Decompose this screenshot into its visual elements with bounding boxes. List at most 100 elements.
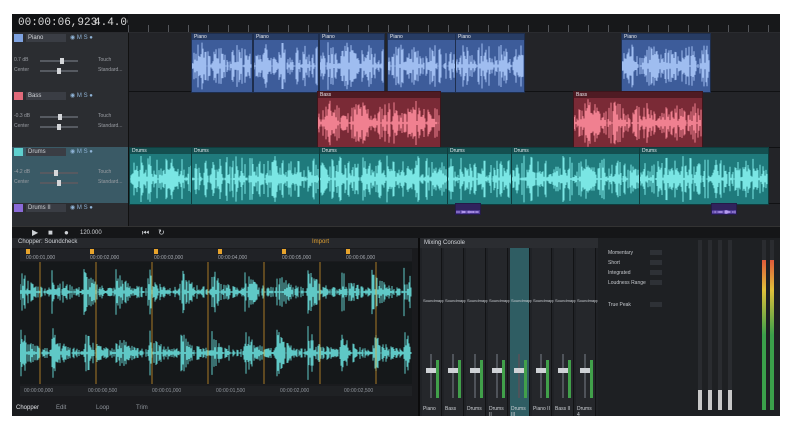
strip-name: Piano	[423, 406, 436, 412]
fader-cap[interactable]	[448, 368, 458, 373]
tempo-readout[interactable]: 120.000	[80, 230, 102, 236]
automation-mode[interactable]: Touch	[98, 57, 111, 63]
track-header-bass[interactable]: Bass ◉ M S ● -0.3 dB Center Touch Standa…	[12, 91, 128, 148]
slice-marker[interactable]	[154, 249, 158, 254]
audio-clip[interactable]: Drums	[319, 147, 449, 205]
pan-slider[interactable]	[40, 180, 78, 186]
mixer-title: Mixing Console	[420, 238, 602, 248]
audio-clip[interactable]: Bass	[317, 91, 441, 149]
fader-cap[interactable]	[492, 368, 502, 373]
track-buttons[interactable]: ◉ M S ●	[70, 34, 93, 41]
level-meter	[590, 360, 593, 398]
audio-clip[interactable]: Drums	[639, 147, 769, 205]
level-meter	[458, 360, 461, 398]
rewind-icon[interactable]: ⏮	[142, 228, 149, 238]
track-name[interactable]: Piano	[26, 34, 66, 42]
audio-clip[interactable]: Piano	[191, 33, 253, 93]
automation-mode[interactable]: Touch	[98, 113, 111, 119]
chopper-waveform[interactable]	[19, 262, 412, 384]
slice-marker[interactable]	[218, 249, 222, 254]
strip-name: Drums II	[489, 406, 504, 416]
chopper-bottom-time: 00:00:01,500	[216, 388, 246, 394]
fx-slot[interactable]: Soundmapper	[467, 298, 492, 303]
audio-clip[interactable]: Bass	[573, 91, 703, 149]
pan-slider[interactable]	[40, 124, 78, 130]
track-buttons[interactable]: ◉ M S ●	[70, 92, 93, 99]
timeline-ruler[interactable]	[128, 14, 780, 32]
loop-icon[interactable]: ↻	[158, 228, 165, 237]
fx-slot[interactable]: Soundmapper	[511, 298, 536, 303]
track-buttons[interactable]: ◉ M S ●	[70, 148, 93, 155]
fader-cap[interactable]	[470, 368, 480, 373]
fx-slot[interactable]: Soundmapper	[555, 298, 580, 303]
meter-bar	[762, 240, 766, 410]
mixer-strip[interactable]: Soundmapper Bass II	[554, 248, 580, 416]
slice-marker[interactable]	[90, 249, 94, 254]
loudness-panel: Momentary Short Integrated Loudness Range Tr…	[598, 238, 780, 416]
mixer-strip[interactable]: Soundmapper Drums II	[488, 248, 514, 416]
chopper-tab[interactable]: Trim	[136, 405, 148, 411]
stop-icon[interactable]: ■	[48, 228, 53, 237]
chopper-time-label: 00:00:05,000	[282, 255, 312, 261]
mixer-strip[interactable]: Soundmapper Bass	[444, 248, 470, 416]
fader-cap[interactable]	[558, 368, 568, 373]
pan-label: Center	[14, 123, 30, 129]
chopper-ruler[interactable]: 00:00:01,000 00:00:02,000 00:00:03,000 00:0…	[20, 249, 412, 261]
record-icon[interactable]: ●	[64, 228, 69, 237]
input-select[interactable]: Standard...	[98, 179, 122, 185]
track-name[interactable]: Drums	[26, 148, 66, 156]
mixer-strip[interactable]: Soundmapper Drums	[466, 248, 492, 416]
slice-marker[interactable]	[282, 249, 286, 254]
chopper-import[interactable]: Import	[312, 239, 329, 245]
track-header-drums-ii[interactable]: Drums II ◉ M S ●	[12, 203, 128, 227]
mixing-console: Mixing Console Soundmapper Piano Soundmapp…	[420, 238, 602, 416]
chopper-tab[interactable]: Loop	[96, 405, 109, 411]
audio-clip[interactable]: Drums	[511, 147, 641, 205]
loudness-value	[650, 260, 662, 265]
fader-cap[interactable]	[580, 368, 590, 373]
play-icon[interactable]: ▶	[32, 228, 38, 237]
mixer-strip[interactable]: Soundmapper Drums 4	[576, 248, 602, 416]
automation-mode[interactable]: Touch	[98, 169, 111, 175]
audio-clip[interactable]: Piano	[253, 33, 319, 93]
input-select[interactable]: Standard...	[98, 123, 122, 129]
loudness-value	[650, 302, 662, 307]
fader-cap[interactable]	[514, 368, 524, 373]
audio-clip[interactable]: Drums	[129, 147, 193, 205]
track-name[interactable]: Drums II	[26, 204, 66, 212]
mixer-strip[interactable]: Soundmapper Piano	[422, 248, 448, 416]
fx-slot[interactable]: Soundmapper	[423, 298, 448, 303]
audio-clip[interactable]: Piano	[387, 33, 457, 93]
volume-slider[interactable]	[40, 114, 78, 120]
fx-slot[interactable]: Soundmapper	[533, 298, 558, 303]
fader-cap[interactable]	[426, 368, 436, 373]
track-name[interactable]: Bass	[26, 92, 66, 100]
audio-clip[interactable]: Piano	[319, 33, 385, 93]
fader-cap[interactable]	[536, 368, 546, 373]
audio-clip[interactable]: Piano	[455, 33, 525, 93]
track-buttons[interactable]: ◉ M S ●	[70, 204, 93, 211]
audio-clip[interactable]: Piano	[621, 33, 711, 93]
pan-slider[interactable]	[40, 68, 78, 74]
fx-slot[interactable]: Soundmapper	[445, 298, 470, 303]
chopper-tab[interactable]: Chopper	[16, 405, 39, 411]
audio-clip[interactable]	[455, 203, 481, 215]
fx-slot[interactable]: Soundmapper	[489, 298, 514, 303]
mixer-strip[interactable]: Soundmapper Piano II	[532, 248, 558, 416]
input-select[interactable]: Standard...	[98, 67, 122, 73]
track-header-drums[interactable]: Drums ◉ M S ● -4.2 dB Center Touch Stand…	[12, 147, 128, 204]
volume-slider[interactable]	[40, 170, 78, 176]
slice-marker[interactable]	[346, 249, 350, 254]
audio-clip[interactable]: Drums	[191, 147, 321, 205]
audio-clip[interactable]	[711, 203, 737, 215]
slice-marker[interactable]	[26, 249, 30, 254]
chopper-tab[interactable]: Edit	[56, 405, 66, 411]
mixer-strip[interactable]: Soundmapper Drums III	[510, 248, 536, 416]
arrangement-area[interactable]: Piano Piano Piano Piano Piano Piano Bass Bass Dr…	[129, 33, 780, 227]
volume-slider[interactable]	[40, 58, 78, 64]
audio-clip[interactable]: Drums	[447, 147, 513, 205]
track-headers: Piano ◉ M S ● 0.7 dB Center Touch Standa…	[12, 33, 129, 227]
track-header-piano[interactable]: Piano ◉ M S ● 0.7 dB Center Touch Standa…	[12, 33, 128, 92]
fx-slot[interactable]: Soundmapper	[577, 298, 602, 303]
chopper-time-label: 00:00:01,000	[26, 255, 56, 261]
